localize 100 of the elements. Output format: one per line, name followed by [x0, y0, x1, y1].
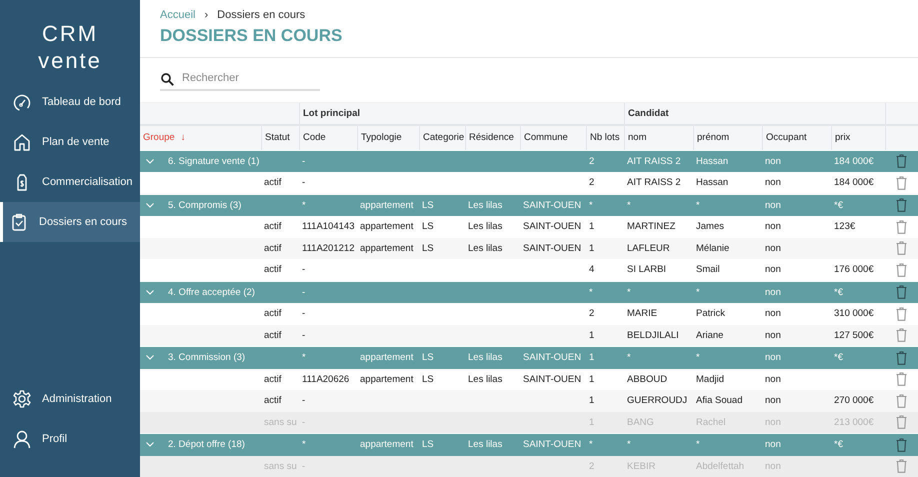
column-header[interactable]: Résidence	[469, 132, 514, 143]
group-label: 6. Signature vente (1)	[168, 156, 260, 167]
table-cell: -	[302, 264, 306, 276]
table-cell: -	[302, 286, 306, 298]
table-cell: *€	[834, 200, 843, 211]
table-cell: appartement	[360, 221, 414, 232]
table-cell: LAFLEUR	[627, 242, 670, 254]
column-group-header: Lot principal	[303, 108, 360, 118]
trash-icon[interactable]	[896, 241, 907, 256]
column-header[interactable]: prénom	[697, 132, 730, 143]
search-icon	[161, 73, 174, 86]
trash-icon[interactable]	[896, 459, 907, 474]
table-cell: 270 000€	[834, 395, 874, 406]
chevron-down-icon[interactable]	[146, 202, 154, 208]
column-header[interactable]: Commune	[524, 132, 568, 143]
table-cell: Rachel	[696, 416, 726, 428]
column-header[interactable]: Occupant	[766, 132, 807, 143]
table-cell: non	[765, 439, 781, 450]
sort-arrow[interactable]: ↓	[180, 132, 186, 143]
nav-item[interactable]: Dossiers en cours	[0, 202, 140, 242]
table-cell: -	[302, 460, 306, 472]
nav-item[interactable]: Administration	[0, 379, 140, 419]
table-cell: Les lilas	[468, 242, 502, 254]
table-cell: sans su	[264, 460, 297, 472]
table-row[interactable]: actif - 1 BELDJILALI Ariane non 127 500€	[140, 324, 918, 346]
trash-icon[interactable]	[896, 394, 907, 408]
table-cell: SAINT-OUEN	[523, 439, 582, 450]
nav-item[interactable]: Commercialisation	[0, 162, 140, 202]
table-cell: Smail	[696, 264, 720, 276]
trash-icon[interactable]	[896, 328, 907, 342]
trash-icon[interactable]	[896, 176, 907, 190]
table-cell: *	[302, 439, 306, 450]
person-icon	[12, 429, 32, 449]
chevron-down-icon[interactable]	[146, 290, 154, 295]
table-cell: MARIE	[627, 308, 658, 320]
table-cell: -	[302, 308, 306, 320]
trash-icon[interactable]	[896, 198, 907, 212]
table-cell: AIT RAISS 2	[627, 156, 681, 167]
table-cell: *	[589, 286, 593, 298]
table-cell: 111A20626	[302, 374, 350, 385]
table-cell: James	[696, 221, 724, 232]
table-cell: non	[765, 177, 781, 188]
trash-icon[interactable]	[896, 438, 907, 452]
table-cell: Mélanie	[696, 242, 730, 254]
table-cell: 1	[589, 416, 594, 428]
nav-item[interactable]: Tableau de bord	[0, 82, 140, 122]
search-field[interactable]: Rechercher	[160, 68, 320, 92]
nav-item[interactable]: Plan de vente	[0, 122, 140, 162]
table-cell: Les lilas	[468, 374, 502, 385]
group-label: 4. Offre acceptée (2)	[168, 286, 255, 298]
group-label: 5. Compromis (3)	[168, 200, 242, 211]
table-row[interactable]: actif - 1 GUERROUDJ Afia Souad non 270 000€	[140, 390, 918, 412]
column-header[interactable]: nom	[628, 132, 646, 143]
table-cell: -	[302, 156, 306, 167]
trash-icon[interactable]	[896, 220, 907, 234]
trash-icon[interactable]	[896, 415, 907, 430]
trash-icon[interactable]	[896, 306, 907, 321]
trash-icon[interactable]	[896, 262, 907, 277]
table-cell: SAINT-OUEN	[523, 221, 582, 232]
chevron-down-icon[interactable]	[146, 442, 154, 448]
table-cell: appartement	[360, 439, 414, 450]
trash-icon[interactable]	[896, 372, 907, 386]
table-cell: *	[302, 352, 306, 364]
gauge-icon	[12, 92, 32, 112]
table-cell: actif	[264, 374, 282, 385]
table-cell: actif	[264, 330, 282, 341]
column-header[interactable]: Nb lots	[590, 132, 620, 143]
table-cell: 2	[589, 177, 594, 188]
table-cell: non	[765, 352, 781, 364]
table-cell: -	[302, 395, 306, 406]
table-cell: BELDJILALI	[627, 330, 679, 341]
table-cell: 1	[589, 221, 594, 232]
table-cell: non	[765, 374, 781, 385]
table-cell: KEBIR	[627, 460, 656, 472]
table-cell: Hassan	[696, 177, 728, 188]
table-cell: appartement	[360, 374, 414, 385]
column-header[interactable]: Typologie	[361, 132, 402, 143]
column-header[interactable]: prix	[835, 132, 850, 143]
table-cell: Abdelfettah	[696, 460, 744, 472]
table-cell: SI LARBI	[627, 264, 666, 276]
table-cell: actif	[264, 221, 282, 232]
trash-icon[interactable]	[896, 350, 907, 365]
table-cell: 184 000€	[834, 156, 874, 167]
trash-icon[interactable]	[896, 154, 907, 168]
table-cell: non	[765, 242, 781, 254]
table-cell: 184 000€	[834, 177, 874, 188]
breadcrumb-separator: ›	[204, 9, 208, 21]
column-header[interactable]: Categorie	[423, 132, 464, 143]
table-cell: non	[765, 200, 781, 211]
column-header[interactable]: Groupe	[143, 132, 175, 143]
nav-item[interactable]: Profil	[0, 419, 140, 459]
column-header[interactable]: Code	[303, 132, 326, 143]
table-cell: *	[627, 439, 631, 450]
chevron-down-icon[interactable]	[146, 355, 154, 360]
table-row[interactable]: actif 111A201212 appartement LS Les lilas SAINT-OUEN 1 LAFLEUR Mélanie non	[140, 238, 918, 259]
table-cell: 127 500€	[834, 330, 874, 341]
chevron-down-icon[interactable]	[146, 158, 154, 164]
table-cell: *	[627, 200, 631, 211]
trash-icon[interactable]	[896, 285, 907, 300]
column-header[interactable]: Statut	[265, 132, 290, 143]
